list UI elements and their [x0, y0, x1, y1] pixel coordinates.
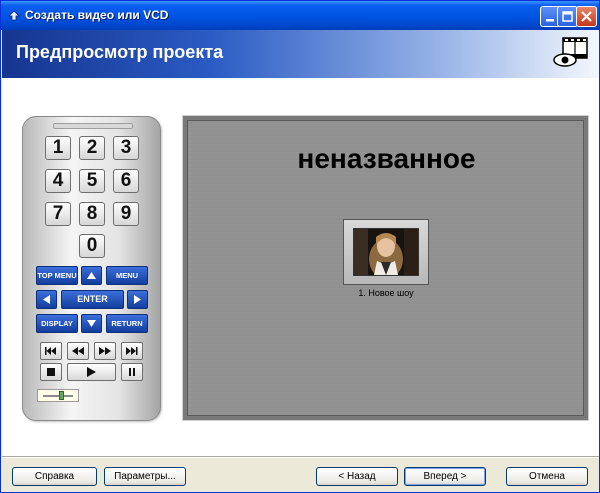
volume-slider[interactable]	[37, 389, 79, 402]
enter-button[interactable]: ENTER	[61, 290, 124, 309]
digit-7-button[interactable]: 7	[45, 202, 71, 226]
digit-3-button[interactable]: 3	[113, 136, 139, 160]
next-button[interactable]: Вперед >	[404, 467, 486, 486]
menu-title: неназванное	[297, 143, 476, 174]
help-button[interactable]: Справка	[12, 467, 97, 486]
left-arrow-button[interactable]	[36, 290, 57, 309]
play-button[interactable]	[67, 363, 116, 381]
arrow-up-icon	[87, 272, 96, 279]
up-arrow-button[interactable]	[81, 266, 102, 285]
dvd-menu-preview: неназванное 1. Новое шоу	[182, 115, 589, 421]
arrow-right-icon	[134, 295, 141, 304]
menu-item-thumbnail[interactable]	[343, 219, 429, 285]
menu-button[interactable]: MENU	[106, 266, 148, 285]
remote-ir-window	[53, 123, 133, 129]
film-eye-icon	[553, 37, 588, 67]
stop-icon	[47, 368, 55, 376]
fast-forward-button[interactable]	[94, 342, 116, 360]
pause-icon	[129, 368, 135, 376]
down-arrow-button[interactable]	[81, 314, 102, 333]
digit-5-button[interactable]: 5	[79, 169, 105, 193]
stop-button[interactable]	[40, 363, 62, 381]
cancel-button[interactable]: Отмена	[506, 467, 588, 486]
digit-9-button[interactable]: 9	[113, 202, 139, 226]
title-bar: Создать видео или VCD	[1, 1, 599, 30]
digit-8-button[interactable]: 8	[79, 202, 105, 226]
wizard-header: Предпросмотр проекта	[2, 30, 599, 78]
menu-item-label[interactable]: 1. Новое шоу	[336, 288, 436, 298]
digit-6-button[interactable]: 6	[113, 169, 139, 193]
top-menu-button[interactable]: TOP MENU	[36, 266, 78, 285]
arrow-down-icon	[87, 320, 96, 327]
footer-divider	[2, 456, 599, 458]
skip-back-icon	[45, 347, 56, 355]
play-icon	[87, 367, 96, 377]
close-icon	[581, 11, 592, 22]
preview-inner: неназванное 1. Новое шоу	[187, 120, 584, 416]
arrow-left-icon	[43, 295, 50, 304]
remote-control: 1 2 3 4 5 6 7 8 9 0 TOP MENU MENU ENTER …	[22, 116, 161, 421]
rewind-button[interactable]	[67, 342, 89, 360]
rewind-icon	[72, 347, 84, 355]
right-arrow-button[interactable]	[127, 290, 148, 309]
close-button[interactable]	[576, 6, 597, 27]
volume-thumb[interactable]	[58, 391, 64, 400]
digit-4-button[interactable]: 4	[45, 169, 71, 193]
app-icon	[8, 10, 20, 21]
maximize-button[interactable]	[557, 6, 578, 27]
app-window: Создать видео или VCD Предпросмотр проек…	[0, 0, 600, 493]
fast-forward-icon	[99, 347, 111, 355]
digit-2-button[interactable]: 2	[79, 136, 105, 160]
next-chapter-button[interactable]	[121, 342, 143, 360]
digit-1-button[interactable]: 1	[45, 136, 71, 160]
previous-chapter-button[interactable]	[40, 342, 62, 360]
return-button[interactable]: RETURN	[106, 314, 148, 333]
slideshow-thumbnail-image	[353, 228, 419, 276]
digit-0-button[interactable]: 0	[79, 234, 105, 258]
parameters-button[interactable]: Параметры...	[104, 467, 186, 486]
pause-button[interactable]	[121, 363, 143, 381]
page-title: Предпросмотр проекта	[16, 42, 224, 62]
back-button[interactable]: < Назад	[316, 467, 398, 486]
window-title: Создать видео или VCD	[25, 8, 169, 22]
skip-forward-icon	[126, 347, 138, 355]
display-button[interactable]: DISPLAY	[36, 314, 78, 333]
maximize-icon	[562, 11, 573, 22]
